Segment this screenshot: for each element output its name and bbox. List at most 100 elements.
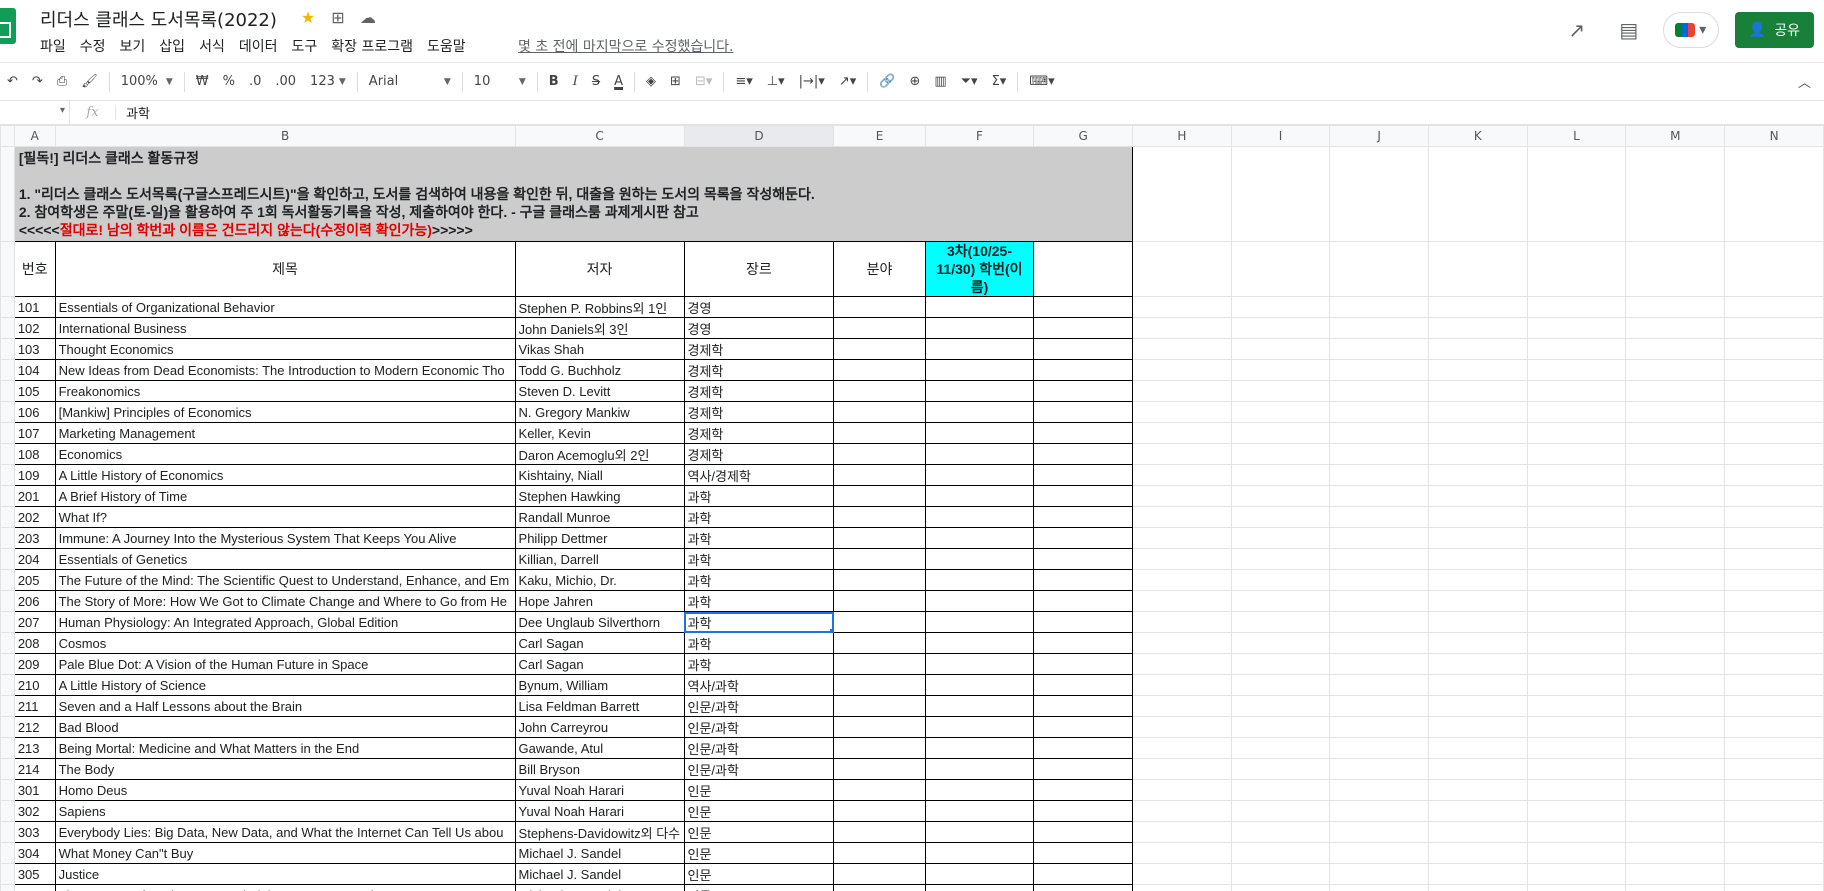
cloud-status-icon[interactable]: ☁ [358,8,378,27]
fill-color-icon[interactable]: ◈ [639,74,663,89]
empty-cell[interactable] [1526,443,1627,465]
student-id-cell[interactable] [924,737,1035,759]
book-genre-cell[interactable]: 인문 [683,884,835,891]
empty-cell[interactable] [1230,590,1331,612]
book-title-cell[interactable]: Essentials of Organizational Behavior [54,296,516,318]
empty-cell[interactable] [1427,590,1528,612]
field-cell[interactable] [833,443,926,465]
book-number-cell[interactable]: 205 [13,569,56,591]
student-id-cell[interactable] [924,485,1035,507]
student-id-cell[interactable] [924,611,1035,633]
book-number-cell[interactable]: 206 [13,590,56,612]
book-title-cell[interactable]: The Body [54,758,516,780]
notice-cell[interactable]: [필독!] 리더스 클래스 활동규정 1. "리더스 클래스 도서목록(구글스프… [13,146,1133,242]
book-author-cell[interactable]: Killian, Darrell [514,548,685,570]
empty-cell[interactable] [1427,548,1528,570]
empty-cell[interactable] [1427,737,1528,759]
empty-cell[interactable] [1033,548,1133,570]
header-field[interactable]: 분야 [833,241,926,297]
book-genre-cell[interactable]: 과학 [683,611,835,633]
text-rotation-icon[interactable]: ↗▾ [832,74,863,89]
book-title-cell[interactable]: Economics [54,443,516,465]
sheets-logo-icon[interactable] [0,8,16,44]
row-header[interactable] [0,716,15,738]
empty-cell[interactable] [1625,779,1726,801]
field-cell[interactable] [833,674,926,696]
empty-cell[interactable] [1033,485,1133,507]
empty-cell[interactable] [1625,485,1726,507]
book-genre-cell[interactable]: 과학 [683,485,835,507]
empty-cell[interactable] [1329,611,1429,633]
student-id-cell[interactable] [924,422,1035,444]
empty-cell[interactable] [1329,506,1429,528]
book-genre-cell[interactable]: 인문 [683,800,835,822]
field-cell[interactable] [833,485,926,507]
strikethrough-button[interactable]: S [585,74,607,89]
empty-cell[interactable] [1230,695,1331,717]
redo-icon[interactable]: ↷ [25,74,50,89]
empty-cell[interactable] [1427,569,1528,591]
share-button[interactable]: 👤 공유 [1734,12,1814,48]
column-header-l[interactable]: L [1526,125,1627,147]
empty-cell[interactable] [1329,821,1429,843]
empty-cell[interactable] [1526,569,1627,591]
book-number-cell[interactable]: 303 [13,821,56,843]
empty-cell[interactable] [1526,842,1627,864]
book-title-cell[interactable]: Cosmos [54,632,516,654]
book-author-cell[interactable]: Dee Unglaub Silverthorn [514,611,685,633]
book-genre-cell[interactable]: 인문 [683,821,835,843]
empty-cell[interactable] [1329,569,1429,591]
book-number-cell[interactable]: 211 [13,695,56,717]
student-id-cell[interactable] [924,674,1035,696]
book-genre-cell[interactable]: 인문 [683,842,835,864]
empty-cell[interactable] [1329,842,1429,864]
empty-cell[interactable] [1526,146,1627,242]
empty-cell[interactable] [1526,611,1627,633]
empty-cell[interactable] [1724,590,1824,612]
field-cell[interactable] [833,569,926,591]
book-author-cell[interactable]: Steven D. Levitt [514,380,685,402]
book-author-cell[interactable]: Hope Jahren [514,590,685,612]
trend-icon[interactable]: ↗ [1559,18,1595,42]
paint-format-icon[interactable]: 🖌 [74,74,105,89]
comment-icon[interactable]: ⊕ [902,74,927,89]
increase-decimal-button[interactable]: .00 [268,74,303,89]
book-genre-cell[interactable]: 경영 [683,317,835,339]
empty-cell[interactable] [1329,716,1429,738]
empty-cell[interactable] [1526,401,1627,423]
empty-cell[interactable] [1427,359,1528,381]
empty-cell[interactable] [1033,359,1133,381]
filter-icon[interactable]: ⏷▾ [954,74,985,89]
empty-cell[interactable] [1033,380,1133,402]
empty-cell[interactable] [1033,569,1133,591]
book-title-cell[interactable]: A Little History of Science [54,674,516,696]
empty-cell[interactable] [1625,653,1726,675]
last-edit-link[interactable]: 몇 초 전에 마지막으로 수정했습니다. [518,36,733,56]
empty-cell[interactable] [1230,485,1331,507]
empty-cell[interactable] [1033,800,1133,822]
header-author[interactable]: 저자 [514,241,685,297]
empty-cell[interactable] [1427,317,1528,339]
empty-cell[interactable] [1724,506,1824,528]
empty-cell[interactable] [1230,506,1331,528]
empty-cell[interactable] [1329,380,1429,402]
empty-cell[interactable] [1625,146,1726,242]
book-number-cell[interactable]: 305 [13,863,56,885]
menu-help[interactable]: 도움말 [427,36,474,56]
student-id-cell[interactable] [924,359,1035,381]
empty-cell[interactable] [1526,863,1627,885]
empty-cell[interactable] [1230,422,1331,444]
field-cell[interactable] [833,653,926,675]
empty-cell[interactable] [1724,779,1824,801]
book-title-cell[interactable]: Human Physiology: An Integrated Approach… [54,611,516,633]
header-round-3[interactable]: 3차(10/25-11/30) 학번(이름) [924,241,1035,297]
field-cell[interactable] [833,800,926,822]
empty-cell[interactable] [1724,359,1824,381]
empty-header-cell[interactable] [1033,241,1133,297]
vertical-align-icon[interactable]: ⊥▾ [760,74,792,89]
student-id-cell[interactable] [924,800,1035,822]
student-id-cell[interactable] [924,506,1035,528]
field-cell[interactable] [833,716,926,738]
empty-cell[interactable] [1329,779,1429,801]
empty-cell[interactable] [1329,485,1429,507]
